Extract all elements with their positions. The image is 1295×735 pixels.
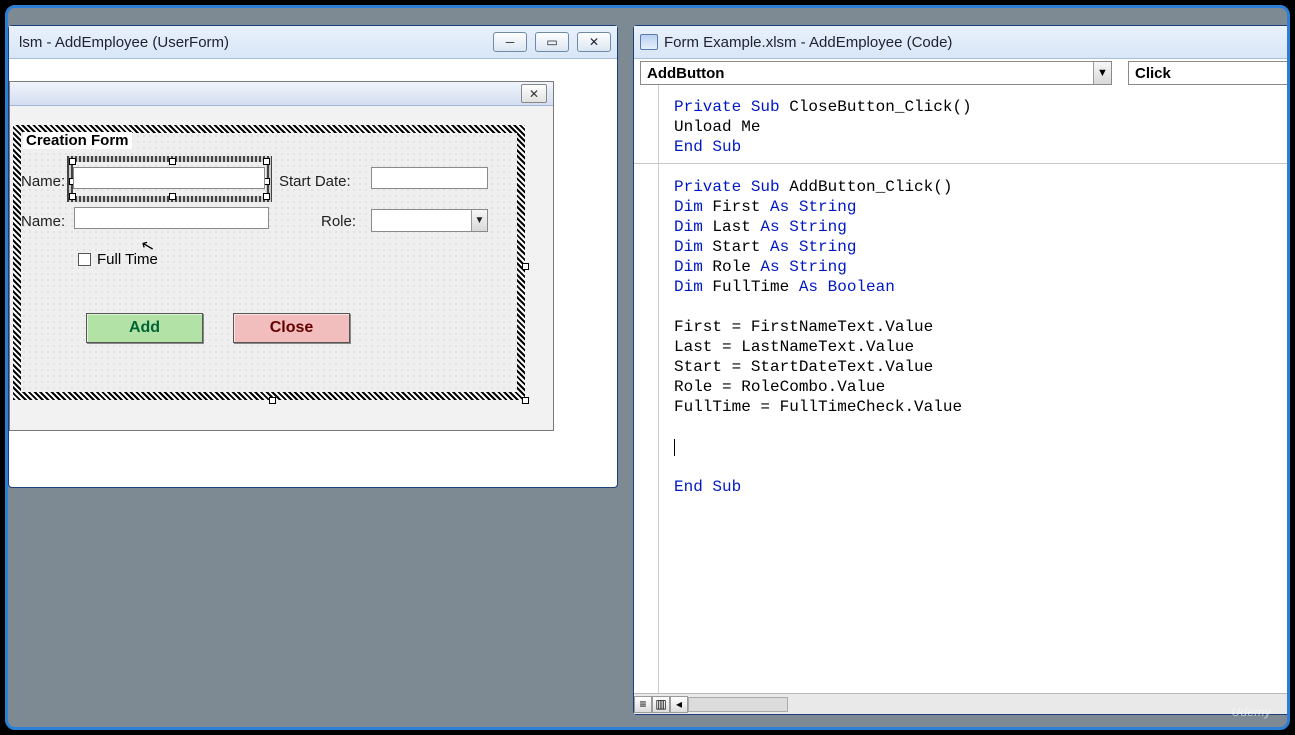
code-titlebar[interactable]: Form Example.xlsm - AddEmployee (Code) bbox=[634, 26, 1290, 59]
window-close-button[interactable]: ✕ bbox=[577, 32, 611, 52]
view-full-module-button[interactable]: ▥ bbox=[652, 696, 670, 713]
procedure-combobox[interactable]: Click bbox=[1128, 61, 1290, 85]
frame-caption: Creation Form bbox=[23, 132, 132, 149]
view-procedure-button[interactable]: ≡ bbox=[634, 696, 652, 713]
object-combobox-value: AddButton bbox=[647, 65, 1093, 82]
code-bottom-bar: ≡ ▥ ◂ bbox=[634, 693, 1290, 714]
add-button[interactable]: Add bbox=[86, 313, 203, 343]
designer-title-text: lsm - AddEmployee (UserForm) bbox=[15, 34, 493, 51]
selection-box[interactable] bbox=[67, 156, 272, 202]
checkbox-icon bbox=[78, 253, 91, 266]
procedure-combobox-value: Click bbox=[1135, 65, 1289, 82]
close-button[interactable]: Close bbox=[233, 313, 350, 343]
code-gutter bbox=[658, 85, 659, 693]
startdate-textbox[interactable] bbox=[371, 167, 488, 189]
code-window: Form Example.xlsm - AddEmployee (Code) A… bbox=[633, 25, 1290, 715]
minimize-button[interactable]: ─ bbox=[493, 32, 527, 52]
object-combobox[interactable]: AddButton ▼ bbox=[640, 61, 1112, 85]
role-combobox[interactable]: ▼ bbox=[371, 209, 488, 232]
designer-titlebar[interactable]: lsm - AddEmployee (UserForm) ─ ▭ ✕ bbox=[9, 26, 617, 59]
chevron-down-icon: ▼ bbox=[471, 210, 487, 231]
code-editor[interactable]: Private Sub CloseButton_Click() Unload M… bbox=[634, 85, 1290, 693]
label-startdate: Start Date: bbox=[279, 173, 351, 190]
scroll-left-button[interactable]: ◂ bbox=[670, 696, 688, 713]
label-role: Role: bbox=[321, 213, 356, 230]
hscroll-track[interactable] bbox=[688, 697, 788, 712]
maximize-button[interactable]: ▭ bbox=[535, 32, 569, 52]
label-name2: Name: bbox=[21, 213, 65, 230]
form-frame[interactable]: Creation Form Name: Start Date: bbox=[13, 125, 525, 400]
fulltime-checkbox[interactable]: Full Time bbox=[78, 251, 158, 268]
designer-window: lsm - AddEmployee (UserForm) ─ ▭ ✕ ✕ Cre… bbox=[8, 25, 618, 488]
label-name1: Name: bbox=[21, 173, 65, 190]
chevron-down-icon: ▼ bbox=[1093, 62, 1111, 84]
userform-canvas[interactable]: ✕ Creation Form Name: bbox=[9, 81, 554, 431]
code-title-text: Form Example.xlsm - AddEmployee (Code) bbox=[664, 34, 952, 51]
code-window-icon bbox=[640, 34, 658, 50]
userform-close-icon[interactable]: ✕ bbox=[521, 84, 547, 103]
lastname-textbox[interactable] bbox=[74, 207, 269, 229]
firstname-textbox[interactable] bbox=[73, 167, 265, 189]
code-content: Private Sub CloseButton_Click() Unload M… bbox=[674, 97, 972, 497]
userform-titlebar[interactable]: ✕ bbox=[10, 82, 553, 106]
watermark: Udemy bbox=[1231, 705, 1271, 719]
fulltime-label: Full Time bbox=[97, 251, 158, 268]
